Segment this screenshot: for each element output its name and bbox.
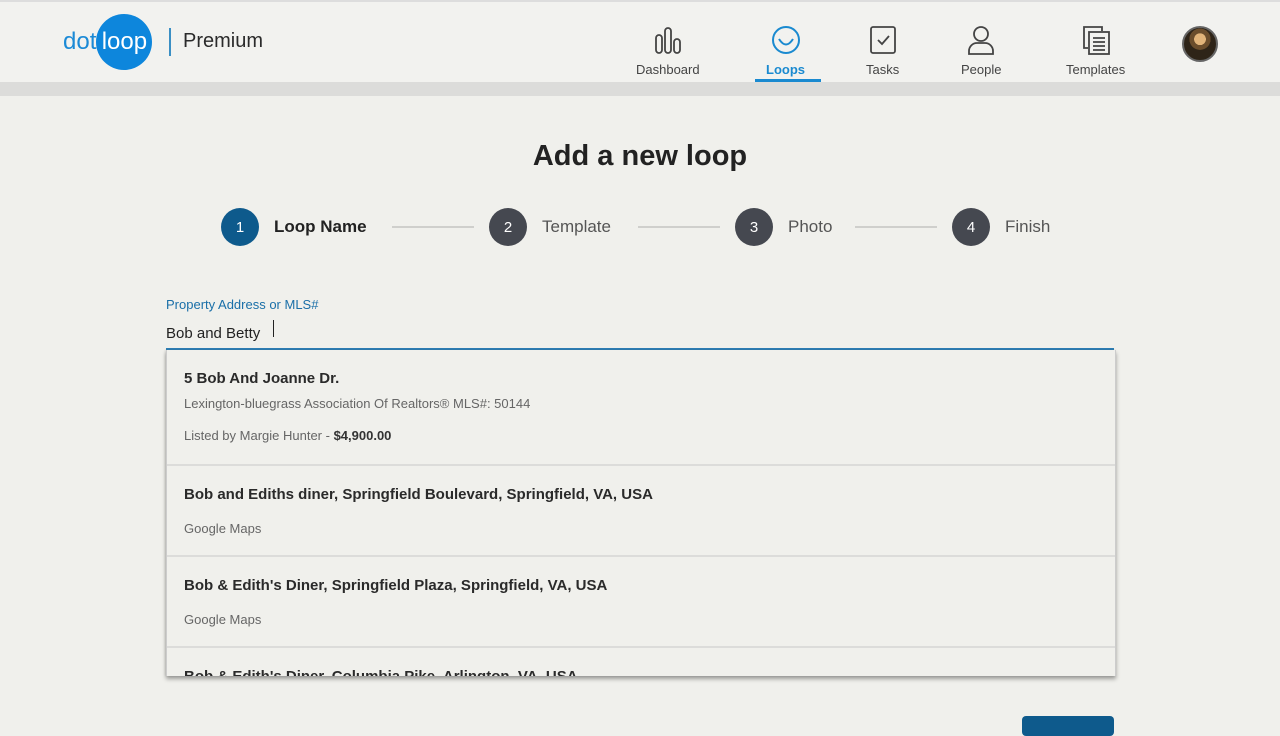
suggestion-item[interactable]: Bob & Edith's Diner, Springfield Plaza, …	[167, 557, 1115, 648]
step-label: Finish	[1005, 217, 1051, 236]
page-title: Add a new loop	[532, 140, 748, 172]
suggestion-mls: Lexington-bluegrass Association Of Realt…	[184, 396, 531, 411]
logo-loop-circle: loop	[96, 14, 153, 70]
checkbox-icon	[869, 26, 896, 54]
step-number: 4	[952, 208, 990, 246]
logo-separator	[169, 28, 171, 56]
step-finish: 4 Finish	[952, 208, 1050, 246]
step-photo: 3 Photo	[735, 208, 832, 246]
nav-label: Dashboard	[636, 62, 700, 77]
listing-agent: Listed by Margie Hunter -	[184, 428, 334, 443]
nav-templates[interactable]: Templates	[1066, 24, 1125, 77]
bar-chart-icon	[654, 27, 681, 54]
header-divider	[0, 82, 1280, 96]
suggestion-source: Google Maps	[184, 612, 262, 627]
person-icon	[968, 26, 995, 55]
step-template: 2 Template	[489, 208, 611, 246]
step-connector	[392, 226, 474, 228]
suggestion-item[interactable]: 5 Bob And Joanne Dr. Lexington-bluegrass…	[167, 350, 1115, 466]
plan-label: Premium	[183, 30, 264, 52]
nav-tasks[interactable]: Tasks	[866, 24, 899, 77]
step-number: 3	[735, 208, 773, 246]
nav-label: People	[961, 62, 1002, 77]
suggestion-source: Google Maps	[184, 521, 262, 536]
nav-label: Loops	[766, 62, 805, 77]
user-avatar[interactable]	[1182, 26, 1218, 62]
nav-people[interactable]: People	[961, 24, 1001, 77]
nav-label: Templates	[1066, 62, 1126, 77]
listing-price: $4,900.00	[333, 428, 392, 443]
address-field-label: Property Address or MLS#	[166, 297, 319, 312]
step-connector	[855, 226, 937, 228]
step-loop-name: 1 Loop Name	[221, 208, 367, 246]
text-caret	[273, 320, 274, 337]
documents-icon	[1082, 26, 1110, 55]
address-input[interactable]	[166, 318, 1114, 350]
step-label: Loop Name	[274, 217, 367, 236]
suggestion-title: Bob & Edith's Diner, Springfield Plaza, …	[184, 577, 608, 594]
dotloop-logo[interactable]: dot loop	[63, 14, 153, 70]
step-connector	[638, 226, 720, 228]
suggestion-title: Bob & Edith's Diner, Columbia Pike, Arli…	[184, 668, 578, 676]
suggestion-item[interactable]: Bob and Ediths diner, Springfield Boulev…	[167, 466, 1115, 557]
step-number: 2	[489, 208, 527, 246]
step-label: Template	[542, 217, 611, 236]
nav-dashboard[interactable]: Dashboard	[636, 24, 700, 77]
nav-label: Tasks	[866, 62, 900, 77]
next-button[interactable]	[1022, 716, 1114, 736]
suggestions-dropdown: 5 Bob And Joanne Dr. Lexington-bluegrass…	[166, 350, 1116, 676]
suggestion-listing: Listed by Margie Hunter - $4,900.00	[184, 428, 391, 443]
step-number: 1	[221, 208, 259, 246]
nav-loops[interactable]: Loops	[766, 24, 805, 77]
active-nav-indicator	[755, 79, 821, 82]
suggestion-title: 5 Bob And Joanne Dr.	[184, 370, 340, 387]
loop-smile-icon	[771, 26, 800, 54]
suggestion-title: Bob and Ediths diner, Springfield Boulev…	[184, 486, 653, 503]
step-label: Photo	[788, 217, 833, 236]
logo-dot-text: dot	[63, 28, 97, 55]
suggestion-item[interactable]: Bob & Edith's Diner, Columbia Pike, Arli…	[167, 648, 1115, 676]
